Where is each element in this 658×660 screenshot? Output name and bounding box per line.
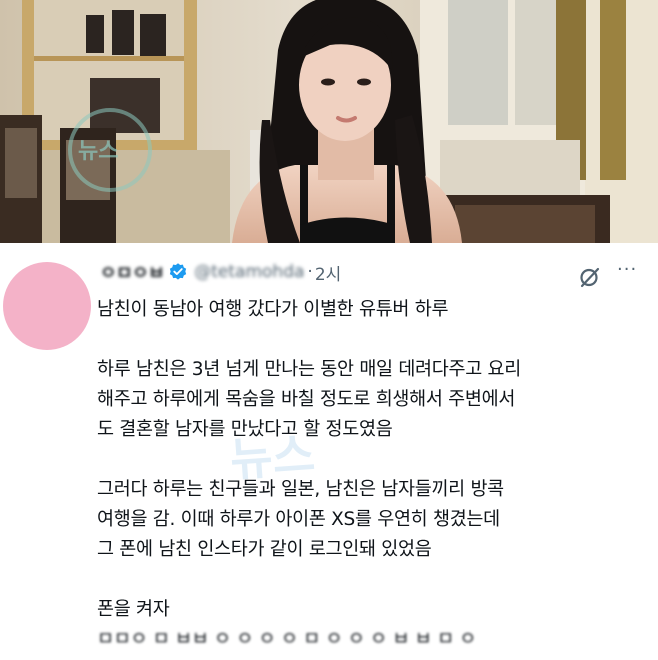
tweet-line-cut: ㅁㅁㅇ ㅁ ㅂㅂ ㅇ ㅇ ㅇ ㅇ ㅁ ㅇ ㅇ ㅇ ㅂ ㅂ ㅁ ㅇ bbox=[97, 629, 477, 650]
photo-watermark: 뉴스 bbox=[78, 139, 118, 164]
tweet-line: 여행을 감. 이때 하루가 아이폰 XS를 우연히 챙겼는데 bbox=[97, 509, 500, 530]
tweet-line: 하루 남친은 3년 넘게 만나는 동안 매일 데려다주고 요리 bbox=[97, 359, 521, 380]
tweet-line: 그러다 하루는 친구들과 일본, 남친은 남자들끼리 방콕 bbox=[97, 479, 504, 500]
user-handle[interactable]: @tetamohda bbox=[194, 262, 304, 282]
separator-dot: · bbox=[307, 262, 313, 282]
tweet-photo[interactable]: 뉴스 bbox=[0, 0, 658, 243]
tweet-line: 도 결혼할 남자를 만났다고 할 정도였음 bbox=[97, 419, 393, 440]
tweet-line: 폰을 켜자 bbox=[97, 599, 170, 620]
timestamp[interactable]: 2시 bbox=[315, 260, 341, 285]
verified-badge-icon bbox=[170, 263, 187, 280]
avatar[interactable] bbox=[3, 262, 91, 350]
display-name[interactable]: ㅇㅁㅇㅂ bbox=[100, 259, 165, 285]
tweet-card: ㅇㅁㅇㅂ @tetamohda · 2시 ··· 남친이 동남아 여행 갔다가 … bbox=[0, 243, 658, 660]
tweet-line: 그 폰에 남친 인스타가 같이 로그인돼 있었음 bbox=[97, 539, 432, 560]
grok-icon[interactable] bbox=[578, 265, 602, 289]
tweet-header: ㅇㅁㅇㅂ @tetamohda · 2시 bbox=[100, 257, 642, 287]
photo-of-woman-icon: 뉴스 bbox=[0, 0, 658, 243]
more-options-icon[interactable]: ··· bbox=[617, 259, 643, 283]
tweet-body: 남친이 동남아 여행 갔다가 이별한 유튜버 하루 하루 남친은 3년 넘게 만… bbox=[97, 295, 652, 655]
tweet-line: 해주고 하루에게 목숨을 바칠 정도로 희생해서 주변에서 bbox=[97, 389, 516, 410]
tweet-line: 남친이 동남아 여행 갔다가 이별한 유튜버 하루 bbox=[97, 299, 449, 320]
